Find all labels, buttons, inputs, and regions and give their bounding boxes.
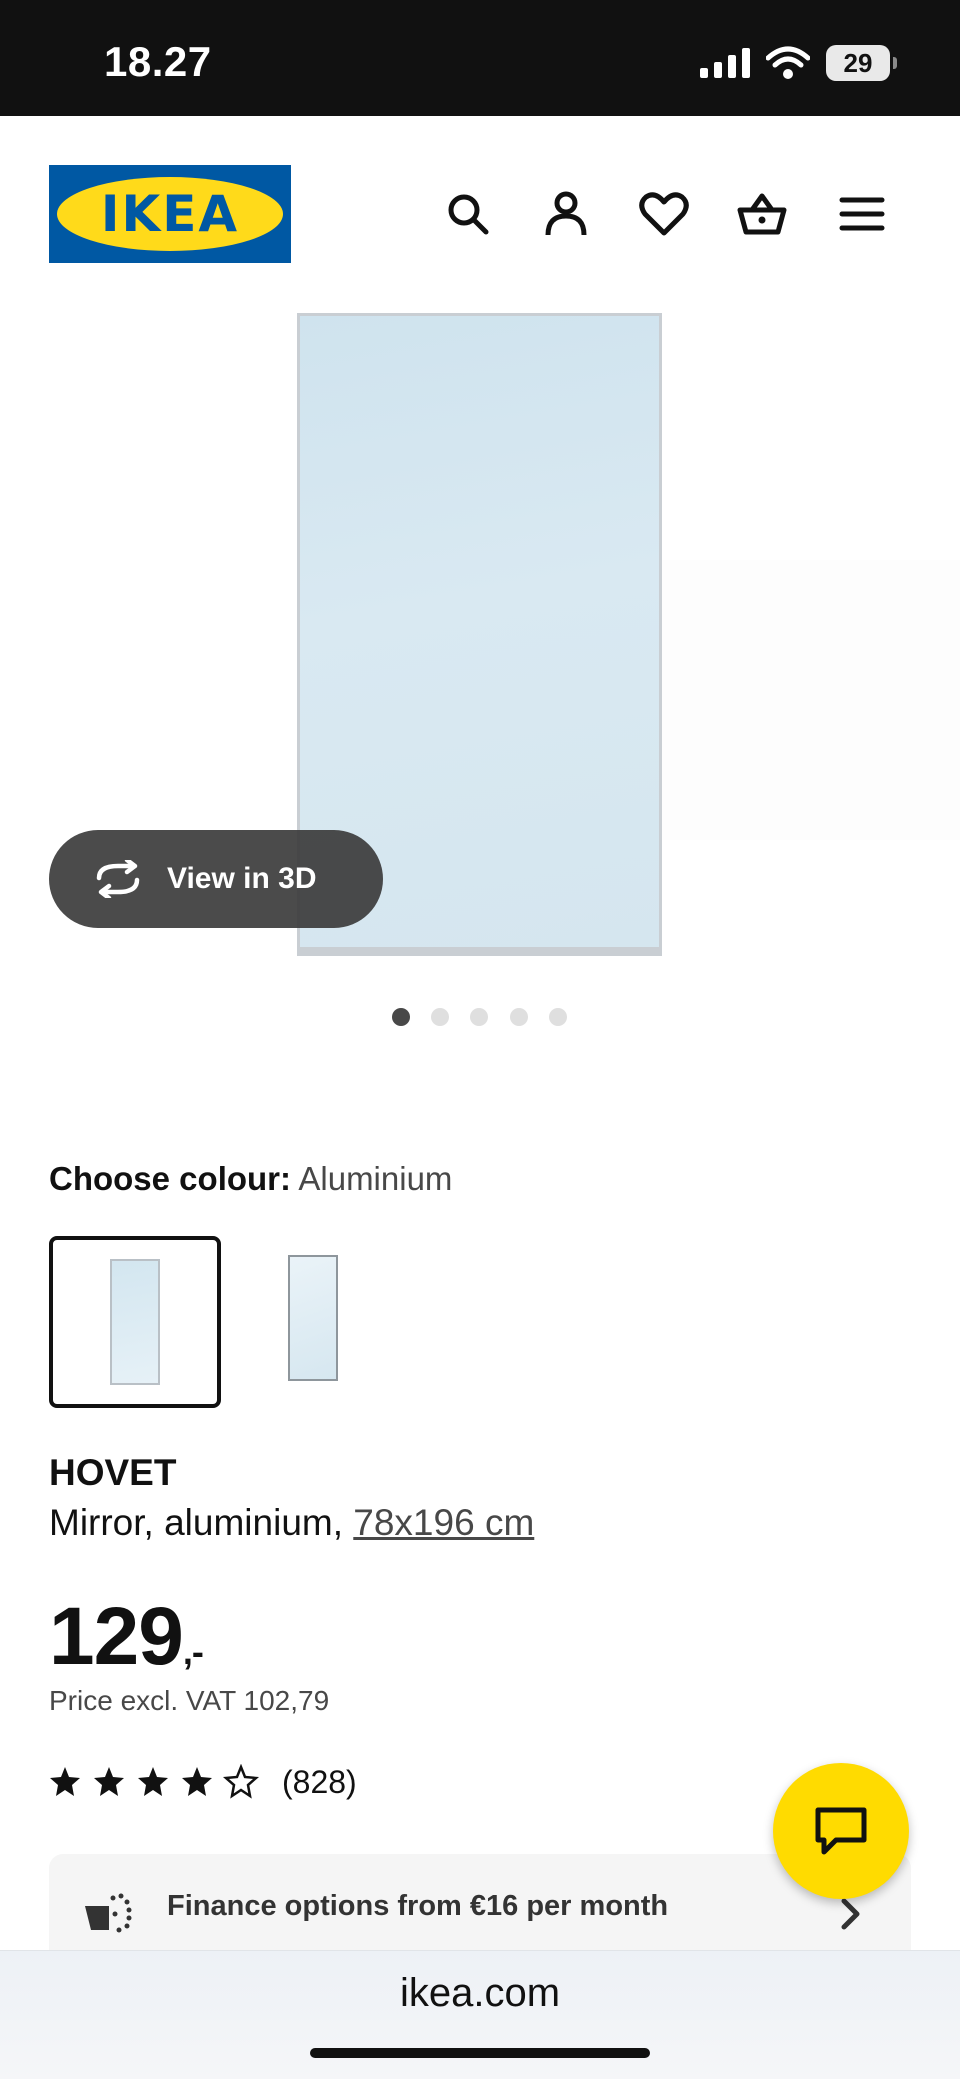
product-description: Mirror, aluminium, 78x196 cm xyxy=(49,1502,534,1544)
chevron-right-icon xyxy=(841,1898,860,1930)
heart-icon[interactable] xyxy=(638,188,690,240)
size-link[interactable]: 78x196 cm xyxy=(353,1502,534,1543)
star-icon xyxy=(94,1767,124,1796)
colour-swatch-aluminium[interactable] xyxy=(49,1236,221,1408)
swatch-image xyxy=(288,1255,338,1381)
rating-count[interactable]: (828) xyxy=(282,1764,357,1801)
gallery-dot-4[interactable] xyxy=(510,1008,528,1026)
finance-options-text: Finance options from €16 per month xyxy=(167,1890,669,1922)
search-icon[interactable] xyxy=(442,188,494,240)
gallery-dot-3[interactable] xyxy=(470,1008,488,1026)
image-background xyxy=(662,560,960,840)
half-star-icon xyxy=(224,1765,258,1798)
chat-button[interactable] xyxy=(773,1763,909,1899)
view-in-3d-button[interactable]: View in 3D xyxy=(49,830,383,928)
selected-colour-value: Aluminium xyxy=(298,1160,453,1197)
product-price: 129,- xyxy=(49,1590,204,1684)
product-name: HOVET xyxy=(49,1452,177,1493)
browser-address-bar[interactable]: ikea.com xyxy=(0,1950,960,2079)
choose-colour-line: Choose colour: Aluminium xyxy=(49,1160,452,1198)
chat-bubble-icon xyxy=(815,1807,867,1855)
rotate-3d-icon xyxy=(96,860,140,898)
star-icon xyxy=(138,1767,168,1796)
gallery-dot-1-active[interactable] xyxy=(392,1008,410,1026)
gallery-dot-2[interactable] xyxy=(431,1008,449,1026)
swatch-image xyxy=(110,1259,160,1385)
battery-icon: 29 xyxy=(826,45,897,81)
view-in-3d-label: View in 3D xyxy=(167,862,317,895)
home-indicator[interactable] xyxy=(310,2048,650,2058)
price-excl-vat: Price excl. VAT 102,79 xyxy=(49,1685,330,1716)
product-type: Mirror, aluminium, xyxy=(49,1502,354,1543)
ikea-logo[interactable]: IKEA xyxy=(49,165,291,263)
menu-icon[interactable] xyxy=(836,188,888,240)
finance-icon xyxy=(85,1893,132,1933)
price-suffix: ,- xyxy=(182,1631,204,1672)
colour-swatch-alternative[interactable] xyxy=(231,1236,403,1408)
rating-stars[interactable] xyxy=(49,1764,269,1800)
signal-icon xyxy=(700,48,750,78)
star-icon xyxy=(182,1767,212,1796)
price-main: 129 xyxy=(49,1591,184,1682)
wifi-icon xyxy=(766,46,810,79)
choose-colour-label: Choose colour: xyxy=(49,1160,292,1197)
star-icon xyxy=(50,1767,80,1796)
status-time: 18.27 xyxy=(104,38,212,85)
gallery-dot-5[interactable] xyxy=(549,1008,567,1026)
account-icon[interactable] xyxy=(540,188,592,240)
logo-text: IKEA xyxy=(100,185,240,243)
browser-url[interactable]: ikea.com xyxy=(0,1971,960,2016)
basket-icon[interactable] xyxy=(736,188,788,240)
status-bar: 18.27 29 xyxy=(0,0,960,116)
